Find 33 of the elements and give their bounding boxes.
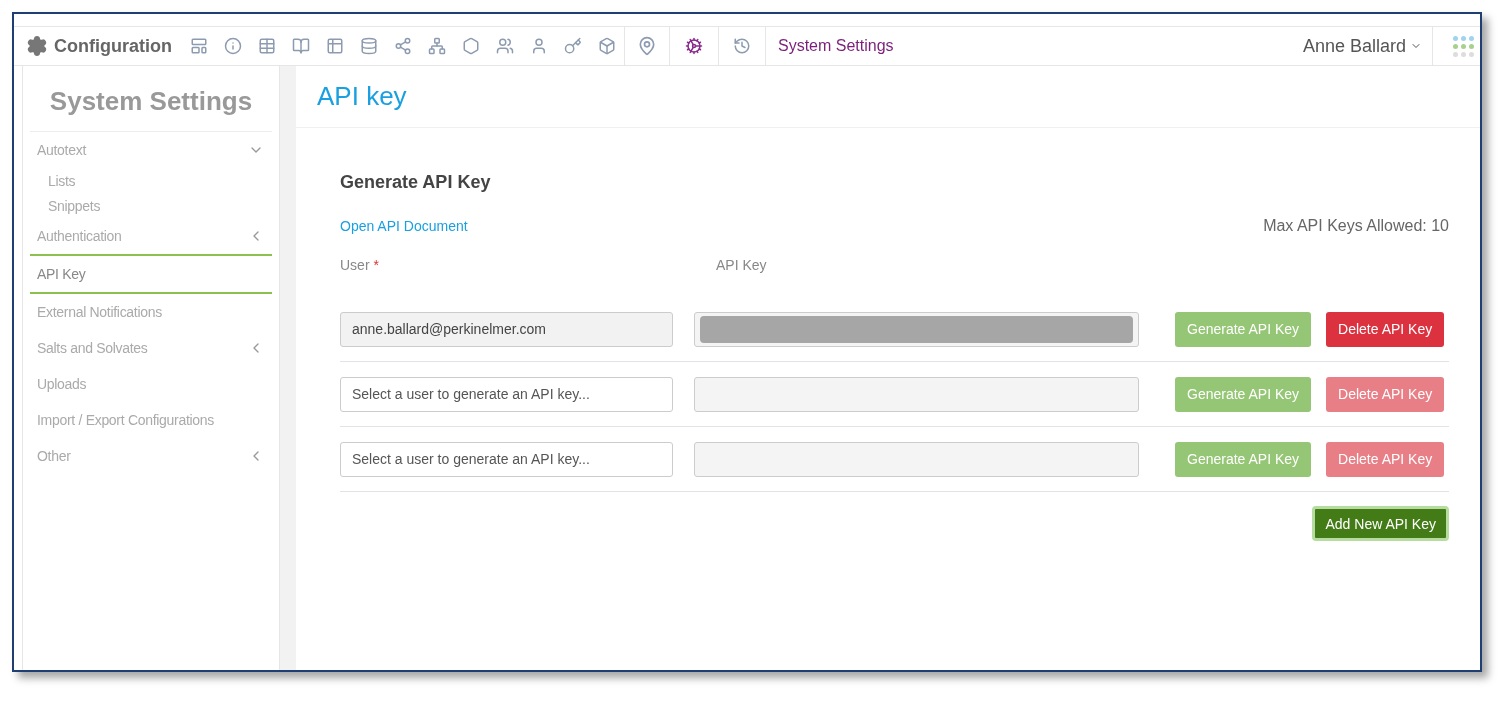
api-document-link[interactable]: Open API Document	[340, 218, 468, 234]
api-key-label: API Key	[716, 257, 767, 273]
max-keys-text: Max API Keys Allowed: 10	[1263, 217, 1449, 235]
delete-key-button[interactable]: Delete API Key	[1326, 311, 1445, 347]
generate-key-button[interactable]: Generate API Key	[1175, 441, 1312, 477]
api-key-field[interactable]	[694, 311, 1139, 347]
sidebar-item[interactable]: Autotext	[30, 132, 272, 168]
settings-icon	[26, 35, 48, 57]
sidebar-title: System Settings	[30, 66, 272, 132]
api-key-field[interactable]	[694, 376, 1139, 412]
section-title: Generate API Key	[340, 172, 492, 193]
add-key-button[interactable]: Add New API Key	[1312, 506, 1449, 541]
user-label: User *	[340, 257, 379, 273]
sidebar-item[interactable]: API Key	[30, 254, 272, 294]
app-title: Configuration	[54, 35, 172, 57]
sidebar-item[interactable]: Salts and Solvates	[30, 330, 272, 366]
sidebar-item[interactable]: Authentication	[30, 218, 272, 254]
user-field[interactable]: Select a user to generate an API key...	[340, 376, 673, 412]
user-menu[interactable]: Anne Ballard	[1302, 35, 1432, 57]
page-title: API key	[296, 66, 1480, 128]
sidebar-subitem[interactable]: Snippets	[30, 193, 272, 218]
api-key-field[interactable]	[694, 441, 1139, 477]
required-mark: *	[373, 257, 379, 273]
breadcrumb-link[interactable]: System Settings	[778, 37, 894, 55]
generate-key-button[interactable]: Generate API Key	[1175, 376, 1312, 412]
user-field[interactable]: anne.ballard@perkinelmer.com	[340, 311, 673, 347]
sidebar-item[interactable]: Import / Export Configurations	[30, 402, 272, 438]
generate-key-button[interactable]: Generate API Key	[1175, 311, 1312, 347]
user-field[interactable]: Select a user to generate an API key...	[340, 441, 673, 477]
sidebar-subitem[interactable]: Lists	[30, 168, 272, 193]
sidebar-item[interactable]: Uploads	[30, 366, 272, 402]
sidebar-item[interactable]: Other	[30, 438, 272, 474]
sidebar-item[interactable]: External Notifications	[30, 294, 272, 330]
